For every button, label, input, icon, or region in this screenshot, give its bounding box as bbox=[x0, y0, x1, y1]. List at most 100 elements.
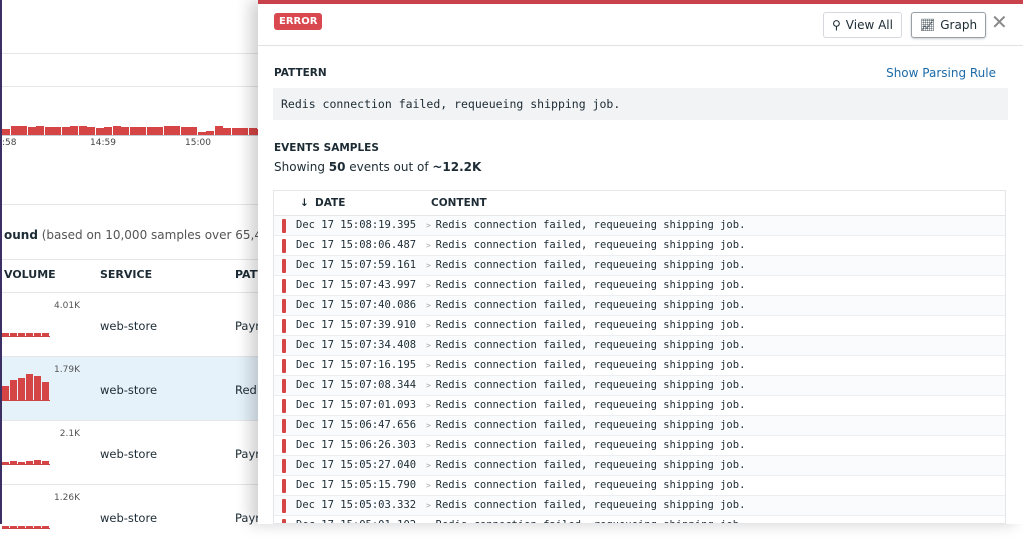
summary-bold: ound bbox=[4, 228, 38, 242]
table-row[interactable]: Dec 17 15:05:01.102 Redis connection fail… bbox=[274, 516, 1005, 523]
chart-bar bbox=[112, 126, 121, 135]
column-content[interactable]: CONTENT bbox=[431, 197, 487, 209]
spark-bar bbox=[18, 333, 25, 336]
status-indicator bbox=[282, 439, 286, 453]
event-date: Dec 17 15:06:47.656 bbox=[296, 419, 417, 431]
spark-bar bbox=[18, 462, 25, 464]
spark-bar bbox=[2, 333, 9, 336]
divider bbox=[2, 53, 272, 54]
view-all-button[interactable]: ⚲ View All bbox=[823, 12, 902, 38]
table-row[interactable]: Dec 17 15:07:08.344 Redis connection fail… bbox=[274, 376, 1005, 396]
status-badge: ERROR bbox=[274, 13, 323, 30]
spark-bar bbox=[10, 333, 17, 336]
sort-desc-icon[interactable]: ↓ bbox=[300, 197, 309, 209]
table-row[interactable]: 1.26K web-store Paym bbox=[2, 484, 272, 548]
panel-header: ERROR ⚲ View All 📈︎ Graph ✕ bbox=[258, 4, 1023, 46]
tick-label: 15:00 bbox=[185, 138, 211, 148]
table-row[interactable]: Dec 17 15:07:40.086 Redis connection fail… bbox=[274, 296, 1005, 316]
event-content: Redis connection failed, requeueing ship… bbox=[426, 239, 746, 251]
status-indicator bbox=[282, 419, 286, 433]
volume-value: 4.01K bbox=[54, 301, 80, 311]
table-row[interactable]: Dec 17 15:08:19.395 Redis connection fail… bbox=[274, 216, 1005, 236]
chart-bar bbox=[27, 127, 36, 135]
event-content: Redis connection failed, requeueing ship… bbox=[426, 259, 746, 271]
table-row[interactable]: 4.01K web-store Paym bbox=[2, 292, 272, 356]
table-row[interactable]: 1.79K web-store Redi bbox=[2, 356, 272, 420]
spark-bar bbox=[26, 333, 33, 336]
volume-value: 2.1K bbox=[59, 429, 80, 439]
chart-bar bbox=[138, 127, 146, 135]
divider bbox=[2, 86, 272, 87]
graph-button[interactable]: 📈︎ Graph bbox=[911, 12, 987, 38]
spark-bar bbox=[42, 382, 49, 400]
show-parsing-rule-link[interactable]: Show Parsing Rule bbox=[886, 66, 996, 80]
chart-bar bbox=[129, 127, 138, 135]
status-indicator bbox=[282, 319, 286, 333]
volume-sparkline bbox=[2, 499, 50, 529]
chart-bar bbox=[95, 128, 104, 135]
chart-bar bbox=[19, 126, 27, 135]
spark-bar bbox=[2, 386, 9, 400]
table-header: ↓ DATE CONTENT bbox=[274, 191, 1005, 216]
spark-bar bbox=[10, 526, 17, 528]
table-row[interactable]: Dec 17 15:08:06.487 Redis connection fail… bbox=[274, 236, 1005, 256]
event-date: Dec 17 15:07:01.093 bbox=[296, 399, 417, 411]
event-content: Redis connection failed, requeueing ship… bbox=[426, 359, 746, 371]
view-all-icon: ⚲ bbox=[832, 18, 841, 32]
showing-count: 50 bbox=[328, 160, 346, 174]
divider bbox=[2, 259, 272, 260]
events-samples-label: EVENTS SAMPLES bbox=[274, 142, 379, 154]
spark-bar bbox=[26, 461, 33, 464]
table-row[interactable]: Dec 17 15:07:59.161 Redis connection fail… bbox=[274, 256, 1005, 276]
spark-bar bbox=[2, 526, 9, 528]
table-row[interactable]: Dec 17 15:07:43.997 Redis connection fail… bbox=[274, 276, 1005, 296]
table-row[interactable]: 2.1K web-store Paym bbox=[2, 420, 272, 484]
chart-bar bbox=[155, 127, 163, 135]
event-content: Redis connection failed, requeueing ship… bbox=[426, 479, 746, 491]
event-content: Redis connection failed, requeueing ship… bbox=[426, 439, 746, 451]
table-row[interactable]: Dec 17 15:07:01.093 Redis connection fail… bbox=[274, 396, 1005, 416]
spark-bar bbox=[42, 526, 49, 528]
volume-value: 1.26K bbox=[54, 493, 80, 503]
event-date: Dec 17 15:08:06.487 bbox=[296, 239, 417, 251]
tick-label: 14:59 bbox=[90, 138, 116, 148]
event-date: Dec 17 15:07:39.910 bbox=[296, 319, 417, 331]
volume-sparkline bbox=[2, 307, 50, 337]
event-date: Dec 17 15:07:08.344 bbox=[296, 379, 417, 391]
chart-bar bbox=[223, 128, 231, 135]
chart-bar bbox=[104, 127, 112, 135]
event-content: Redis connection failed, requeueing ship… bbox=[426, 499, 746, 511]
column-service[interactable]: SERVICE bbox=[100, 268, 152, 281]
status-indicator bbox=[282, 519, 286, 523]
table-row[interactable]: Dec 17 15:05:03.332 Redis connection fail… bbox=[274, 496, 1005, 516]
pattern-label: PATTERN bbox=[274, 67, 327, 79]
chart-bar bbox=[121, 127, 129, 135]
chart-bar bbox=[87, 127, 95, 135]
table-row[interactable]: Dec 17 15:07:16.195 Redis connection fail… bbox=[274, 356, 1005, 376]
event-date: Dec 17 15:05:27.040 bbox=[296, 459, 417, 471]
pattern-detail-panel: ERROR ⚲ View All 📈︎ Graph ✕ PATTERN Show P… bbox=[258, 0, 1023, 524]
spark-bar bbox=[34, 376, 41, 400]
spark-bar bbox=[42, 333, 49, 336]
close-icon[interactable]: ✕ bbox=[991, 10, 1008, 34]
event-date: Dec 17 15:07:34.408 bbox=[296, 339, 417, 351]
chart-bar bbox=[10, 126, 19, 135]
table-row[interactable]: Dec 17 15:06:47.656 Redis connection fail… bbox=[274, 416, 1005, 436]
showing-mid: events out of bbox=[345, 160, 433, 174]
table-row[interactable]: Dec 17 15:06:26.303 Redis connection fail… bbox=[274, 436, 1005, 456]
table-row[interactable]: Dec 17 15:07:39.910 Redis connection fail… bbox=[274, 316, 1005, 336]
table-row[interactable]: Dec 17 15:05:27.040 Redis connection fail… bbox=[274, 456, 1005, 476]
event-date: Dec 17 15:07:43.997 bbox=[296, 279, 417, 291]
event-content: Redis connection failed, requeueing ship… bbox=[426, 339, 746, 351]
column-date[interactable]: DATE bbox=[315, 197, 345, 209]
status-indicator bbox=[282, 359, 286, 373]
spark-bar bbox=[18, 378, 25, 400]
pattern-text: Redis connection failed, requeueing ship… bbox=[273, 88, 1008, 120]
column-volume[interactable]: VOLUME bbox=[4, 268, 56, 281]
chart-bar bbox=[70, 126, 78, 135]
table-row[interactable]: Dec 17 15:07:34.408 Redis connection fail… bbox=[274, 336, 1005, 356]
table-row[interactable]: Dec 17 15:05:15.790 Redis connection fail… bbox=[274, 476, 1005, 496]
event-content: Redis connection failed, requeueing ship… bbox=[426, 519, 746, 523]
status-indicator bbox=[282, 499, 286, 513]
status-indicator bbox=[282, 339, 286, 353]
